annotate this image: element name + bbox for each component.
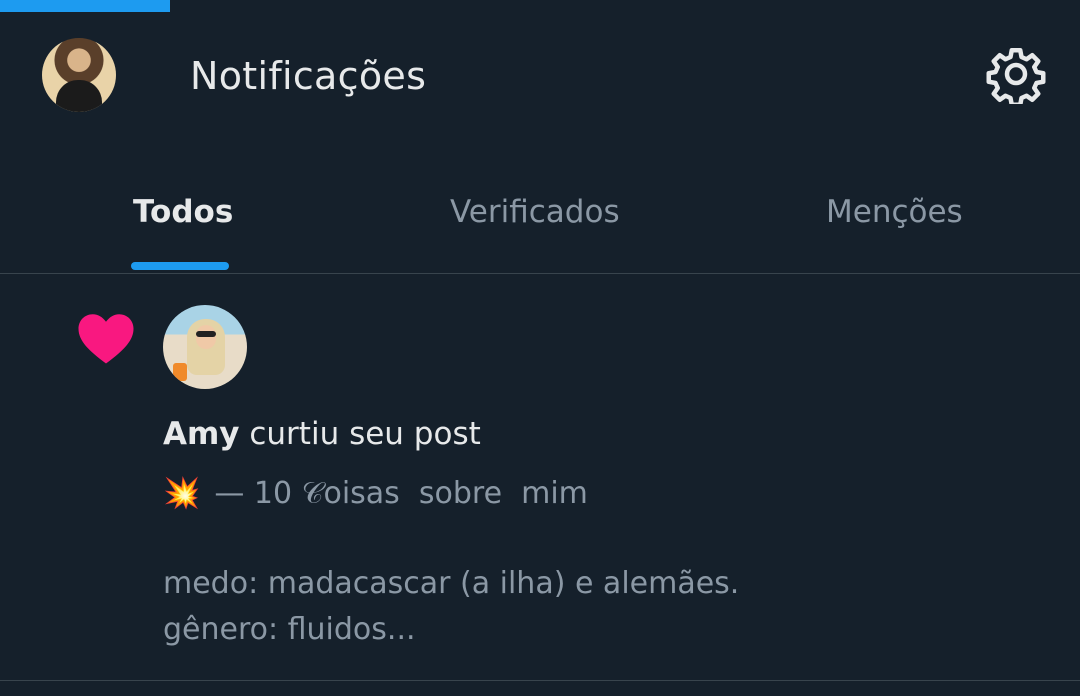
gear-icon[interactable] [986,44,1046,104]
tab-todos[interactable]: Todos [133,194,233,230]
notification-text: Amy curtiu seu post [163,416,481,452]
avatar-drink [173,363,187,381]
post-body-line-2: gênero: fluidos... [163,612,416,647]
snippet-title-text: — 10 𝒞oisas sobre mim [214,476,588,511]
notification-action: curtiu seu post [239,416,481,452]
tab-verificados[interactable]: Verificados [450,194,620,230]
notification-tabs: Todos Verificados Menções [0,160,1080,272]
active-tab-indicator [131,262,229,270]
liker-avatar[interactable] [163,305,247,389]
notification-divider [0,680,1080,681]
progress-fill [0,0,170,12]
user-name[interactable]: Amy [163,416,240,452]
user-avatar[interactable] [42,38,116,112]
loading-progress-bar [0,0,1080,12]
collision-emoji: 💥 [163,476,201,511]
avatar-sunglasses [196,331,216,337]
avatar-face [196,325,216,349]
post-body-line-1: medo: madacascar (a ilha) e alemães. [163,566,740,601]
post-snippet-title[interactable]: 💥 — 10 𝒞oisas sobre mim [163,476,588,511]
heart-icon [78,314,134,364]
tab-mencoes[interactable]: Menções [826,194,963,230]
notification-item[interactable]: Amy curtiu seu post 💥 — 10 𝒞oisas sobre m… [0,274,1080,680]
page-title: Notificações [190,54,427,98]
